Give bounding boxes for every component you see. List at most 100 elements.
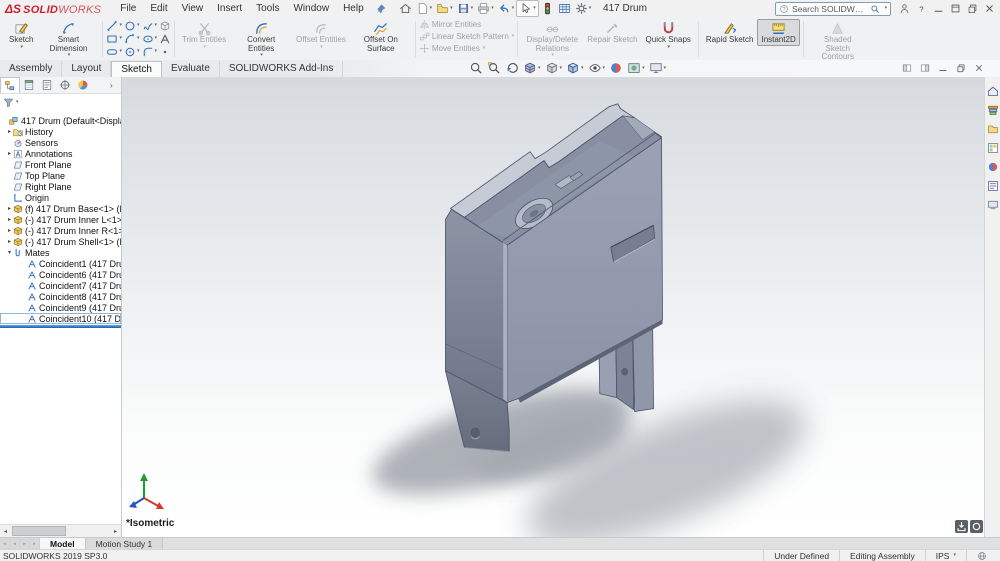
dropdown-caret-icon[interactable]: ▾ — [450, 6, 453, 11]
menu-insert[interactable]: Insert — [210, 2, 249, 15]
dropdown-caret-icon[interactable]: ▾ — [667, 45, 670, 50]
dropdown-caret-icon[interactable]: ▾ — [430, 6, 433, 11]
taskpane-view-palette-button[interactable] — [987, 142, 999, 154]
search-input[interactable]: ? Search SOLIDWORKS Help ▾ — [775, 2, 891, 16]
panel-tab-feature-tree[interactable] — [0, 77, 20, 93]
linear-sketch-pattern-button[interactable]: Linear Sketch Pattern▾ — [419, 31, 514, 42]
tab-scroll-first-icon[interactable]: ◂ — [0, 538, 10, 549]
menu-file[interactable]: File — [113, 2, 143, 15]
taskpane-custom-properties-button[interactable] — [987, 180, 999, 192]
doc-minimize-button[interactable] — [938, 63, 948, 73]
scroll-right-icon[interactable]: ▸ — [110, 528, 121, 535]
tree-item-sensors[interactable]: Sensors — [0, 137, 121, 148]
tree-horizontal-scrollbar[interactable]: ◂ ▸ — [0, 524, 121, 537]
restore-button[interactable] — [967, 3, 978, 14]
status-ips[interactable]: IPS▾ — [925, 550, 966, 561]
dropdown-caret-icon[interactable]: ▾ — [491, 6, 494, 11]
panel-tab-property-manager[interactable] — [20, 77, 38, 93]
dropdown-caret-icon[interactable]: ▾ — [560, 66, 563, 71]
tab-layout[interactable]: Layout — [62, 61, 111, 77]
rectangle-tool-button[interactable]: ▾ — [106, 32, 122, 45]
repair-sketch-button[interactable]: Repair Sketch — [583, 19, 641, 46]
tree-item-annotations[interactable]: ▸Annotations — [0, 148, 121, 159]
display-style-button[interactable]: ▾ — [565, 61, 585, 75]
dropdown-caret-icon[interactable]: ▾ — [471, 6, 474, 11]
dropdown-caret-icon[interactable]: ▾ — [155, 23, 158, 28]
scrollbar-thumb[interactable] — [12, 526, 66, 536]
convert-entities-button[interactable]: Convert Entities▾ — [230, 19, 292, 59]
trim-entities-button[interactable]: Trim Entities▾ — [178, 19, 230, 51]
expand-arrow-icon[interactable]: ▸ — [6, 238, 13, 245]
tree-item-coincident1-417-drum-ba[interactable]: Coincident1 (417 Drum Base< — [0, 258, 121, 269]
filter-caret-icon[interactable]: ▾ — [16, 100, 19, 105]
tab-solidworks-add-ins[interactable]: SOLIDWORKS Add-Ins — [220, 61, 343, 77]
doc-close-button[interactable] — [974, 63, 984, 73]
tree-item-front-plane[interactable]: Front Plane — [0, 159, 121, 170]
home-button[interactable] — [397, 1, 414, 16]
expand-arrow-icon[interactable]: ▸ — [6, 128, 13, 135]
user-button[interactable] — [899, 3, 910, 14]
dropdown-caret-icon[interactable]: ▾ — [155, 49, 158, 54]
pin-icon[interactable] — [375, 3, 387, 15]
taskpane-file-explorer-button[interactable] — [987, 123, 999, 135]
dropdown-caret-icon[interactable]: ▾ — [953, 553, 956, 558]
dropdown-caret-icon[interactable]: ▾ — [203, 45, 206, 50]
print-button[interactable]: ▾ — [475, 1, 496, 16]
close-button[interactable] — [984, 3, 995, 14]
select-button[interactable]: ▾ — [516, 0, 539, 17]
pin-menu-icon[interactable] — [375, 3, 387, 15]
doc-pane-left-button[interactable] — [902, 63, 912, 73]
circle-dot-tool-button[interactable]: ▾ — [124, 45, 140, 58]
tree-item-coincident10-417-drum-i[interactable]: Coincident10 (417 Drum Inne — [0, 313, 121, 324]
section-view-button[interactable]: ▾ — [522, 61, 542, 75]
tab-scroll-next-icon[interactable]: ▸ — [20, 538, 30, 549]
panel-tab-dimxpert[interactable] — [56, 77, 74, 93]
doc-pane-right-button[interactable] — [920, 63, 930, 73]
point-tool-button[interactable] — [159, 45, 171, 58]
zoom-fit-button[interactable] — [468, 61, 484, 75]
tab-evaluate[interactable]: Evaluate — [162, 61, 220, 77]
text-a-tool-button[interactable] — [159, 32, 171, 45]
expand-button[interactable] — [950, 3, 961, 14]
taskpane-appearances-button[interactable] — [987, 161, 999, 173]
mirror-entities-button[interactable]: Mirror Entities — [419, 19, 514, 30]
ellipse-tool-button[interactable]: ▾ — [142, 32, 158, 45]
tree-item-417-drum-inner-l-1[interactable]: ▸(-) 417 Drum Inner L<1> ->? (Defa — [0, 214, 121, 225]
instant2d-button[interactable]: Instant2D — [757, 19, 799, 46]
dropdown-caret-icon[interactable]: ▾ — [137, 23, 140, 28]
help-button[interactable]: ? — [916, 3, 927, 14]
cube-3d-tool-button[interactable] — [159, 19, 171, 32]
tab-assembly[interactable]: Assembly — [0, 61, 62, 77]
tree-item-417-drum-default-displa[interactable]: 417 Drum (Default<Display State-1>) — [0, 115, 121, 126]
dropdown-caret-icon[interactable]: ▾ — [512, 34, 515, 39]
offset-entities-button[interactable]: Offset Entities▾ — [292, 19, 350, 51]
search-mag-icon[interactable] — [870, 4, 880, 14]
taskpane-design-library-button[interactable] — [987, 104, 999, 116]
new-doc-button[interactable]: ▾ — [414, 1, 435, 16]
dropdown-caret-icon[interactable]: ▾ — [119, 49, 122, 54]
tree-item-top-plane[interactable]: Top Plane — [0, 170, 121, 181]
tree-item-417-drum-shell-1-d[interactable]: ▸(-) 417 Drum Shell<1> (Default<< — [0, 236, 121, 247]
panel-tabs-overflow-icon[interactable]: › — [110, 77, 121, 93]
save-button[interactable]: ▾ — [455, 1, 476, 16]
study-tab-model[interactable]: Model — [40, 538, 86, 549]
dropdown-caret-icon[interactable]: ▾ — [581, 66, 584, 71]
expand-arrow-icon[interactable]: ▸ — [6, 227, 13, 234]
dropdown-caret-icon[interactable]: ▾ — [68, 53, 71, 58]
study-tab-motion-study-1[interactable]: Motion Study 1 — [86, 538, 164, 549]
tree-item-coincident8-417-drum-in[interactable]: Coincident8 (417 Drum Inner — [0, 291, 121, 302]
expand-arrow-icon[interactable]: ▸ — [6, 150, 13, 157]
offset-on-surface-button[interactable]: Offset On Surface — [350, 19, 412, 54]
view-settings-button[interactable]: ▾ — [648, 61, 668, 75]
dropdown-caret-icon[interactable]: ▾ — [320, 45, 323, 50]
hide-show-items-button[interactable]: ▾ — [587, 61, 607, 75]
rollback-bar[interactable] — [0, 325, 121, 328]
circle-tool-button[interactable]: ▾ — [124, 19, 140, 32]
menu-tools[interactable]: Tools — [249, 2, 286, 15]
tree-item-coincident6-417-drum-in[interactable]: Coincident6 (417 Drum Inner — [0, 269, 121, 280]
dropdown-caret-icon[interactable]: ▾ — [260, 53, 263, 58]
display-delete-relations-button[interactable]: Display/Delete Relations▾ — [521, 19, 583, 59]
panel-tab-display-manager[interactable] — [74, 77, 92, 93]
smart-dimension-button[interactable]: Smart Dimension▾ — [37, 19, 99, 59]
dropdown-caret-icon[interactable]: ▾ — [642, 66, 645, 71]
